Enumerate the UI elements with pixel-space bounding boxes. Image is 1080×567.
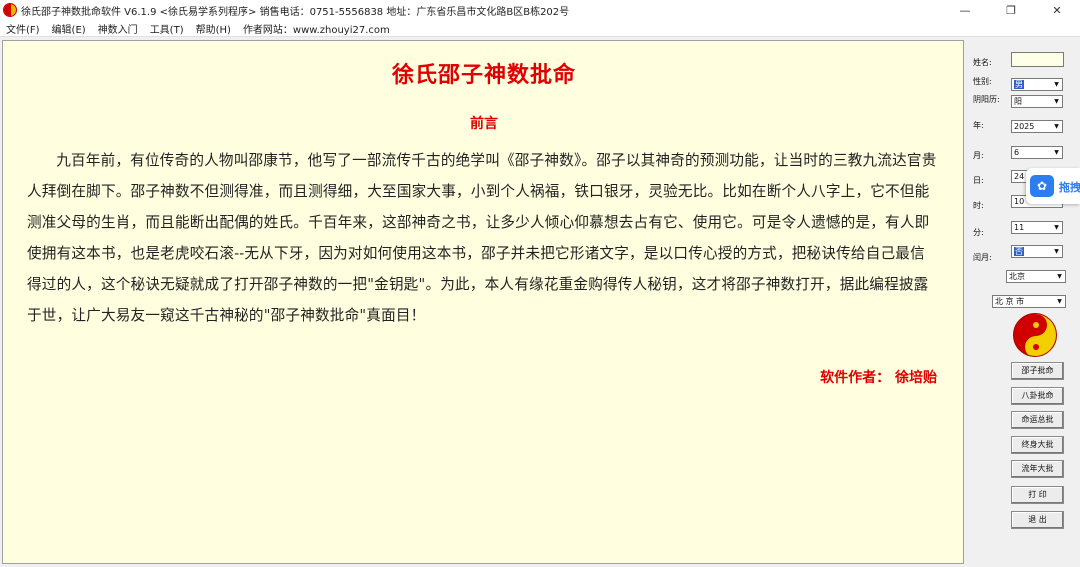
- day-label: 日:: [973, 176, 984, 185]
- city-select[interactable]: 北 京 市 ▼: [992, 295, 1066, 308]
- drag-widget[interactable]: ✿ 拖拽: [1026, 168, 1080, 204]
- menu-intro[interactable]: 神数入门: [98, 21, 138, 36]
- input-panel: 姓名: 性别: 男 ▼ 阴阳历: 阳 ▼ 年: 2025 ▼ 月: 6 ▼ 日:…: [966, 40, 1080, 567]
- restore-button[interactable]: ❐: [988, 0, 1034, 20]
- menu-file[interactable]: 文件(F): [6, 21, 40, 36]
- name-label: 姓名:: [973, 58, 992, 67]
- chevron-down-icon: ▼: [1054, 224, 1059, 231]
- taiji-app-icon: [3, 3, 17, 17]
- calendar-value: 阳: [1014, 97, 1022, 106]
- hour-label: 时:: [973, 201, 984, 210]
- menu-edit[interactable]: 编辑(E): [52, 21, 86, 36]
- name-input[interactable]: [1011, 52, 1064, 67]
- page-title: 徐氏邵子神数批命: [391, 62, 576, 88]
- cloud-share-icon: ✿: [1030, 175, 1054, 197]
- chevron-down-icon: ▼: [1054, 81, 1059, 88]
- fate-summary-button[interactable]: 命运总批: [1011, 411, 1064, 429]
- preface-heading: 前言: [470, 116, 498, 132]
- gender-label: 性别:: [973, 77, 992, 86]
- drag-widget-label: 拖拽: [1059, 181, 1080, 194]
- print-button[interactable]: 打 印: [1011, 486, 1064, 504]
- preface-document: 徐氏邵子神数批命 前言 九百年前，有位传奇的人物叫邵康节，他写了一部流传千古的绝…: [2, 40, 964, 564]
- menu-tools[interactable]: 工具(T): [150, 21, 184, 36]
- app-window: 徐氏邵子神数批命软件 V6.1.9 <徐氏易学系列程序> 销售电话：0751-5…: [0, 0, 1080, 567]
- chevron-down-icon: ▼: [1054, 248, 1059, 255]
- preface-body: 九百年前，有位传奇的人物叫邵康节，他写了一部流传千古的绝学叫《邵子神数》。邵子以…: [27, 152, 937, 324]
- city-value: 北 京 市: [995, 297, 1025, 306]
- menu-help[interactable]: 帮助(H): [196, 21, 231, 36]
- lifetime-reading-button[interactable]: 终身大批: [1011, 436, 1064, 454]
- chevron-down-icon: ▼: [1057, 273, 1062, 280]
- taiji-symbol-icon: [1013, 313, 1057, 357]
- chevron-down-icon: ▼: [1054, 98, 1059, 105]
- minute-label: 分:: [973, 228, 984, 237]
- shaozi-reading-button[interactable]: 邵子批命: [1011, 362, 1064, 380]
- bagua-reading-button[interactable]: 八卦批命: [1011, 387, 1064, 405]
- menu-bar: 文件(F) 编辑(E) 神数入门 工具(T) 帮助(H) 作者网站：www.zh…: [0, 20, 1080, 37]
- gender-value: 男: [1014, 80, 1024, 89]
- calendar-select[interactable]: 阳 ▼: [1011, 95, 1063, 108]
- chevron-down-icon: ▼: [1057, 298, 1062, 305]
- day-value: 24: [1014, 172, 1025, 181]
- province-select[interactable]: 北京 ▼: [1006, 270, 1066, 283]
- menu-author-website[interactable]: 作者网站：www.zhouyi27.com: [243, 21, 390, 36]
- author-credit: 软件作者： 徐培贻: [820, 370, 937, 386]
- annual-reading-button[interactable]: 流年大批: [1011, 460, 1064, 478]
- year-select[interactable]: 2025 ▼: [1011, 120, 1063, 133]
- exit-button[interactable]: 退 出: [1011, 511, 1064, 529]
- province-value: 北京: [1009, 272, 1025, 281]
- month-value: 6: [1014, 148, 1020, 157]
- minimize-button[interactable]: —: [942, 0, 988, 20]
- month-select[interactable]: 6 ▼: [1011, 146, 1063, 159]
- window-controls: — ❐ ✕: [942, 0, 1080, 20]
- minute-select[interactable]: 11 ▼: [1011, 221, 1063, 234]
- leap-month-value: 否: [1014, 247, 1024, 256]
- chevron-down-icon: ▼: [1054, 123, 1059, 130]
- close-button[interactable]: ✕: [1034, 0, 1080, 20]
- month-label: 月:: [973, 151, 984, 160]
- title-bar: 徐氏邵子神数批命软件 V6.1.9 <徐氏易学系列程序> 销售电话：0751-5…: [0, 0, 1080, 20]
- hour-value: 10: [1014, 197, 1025, 206]
- calendar-label: 阴阳历:: [973, 95, 1000, 104]
- gender-select[interactable]: 男 ▼: [1011, 78, 1063, 91]
- year-value: 2025: [1014, 122, 1035, 131]
- leap-month-label: 闰月:: [973, 253, 992, 262]
- leap-month-select[interactable]: 否 ▼: [1011, 245, 1063, 258]
- year-label: 年:: [973, 121, 984, 130]
- window-title: 徐氏邵子神数批命软件 V6.1.9 <徐氏易学系列程序> 销售电话：0751-5…: [21, 6, 570, 18]
- chevron-down-icon: ▼: [1054, 149, 1059, 156]
- minute-value: 11: [1014, 223, 1025, 232]
